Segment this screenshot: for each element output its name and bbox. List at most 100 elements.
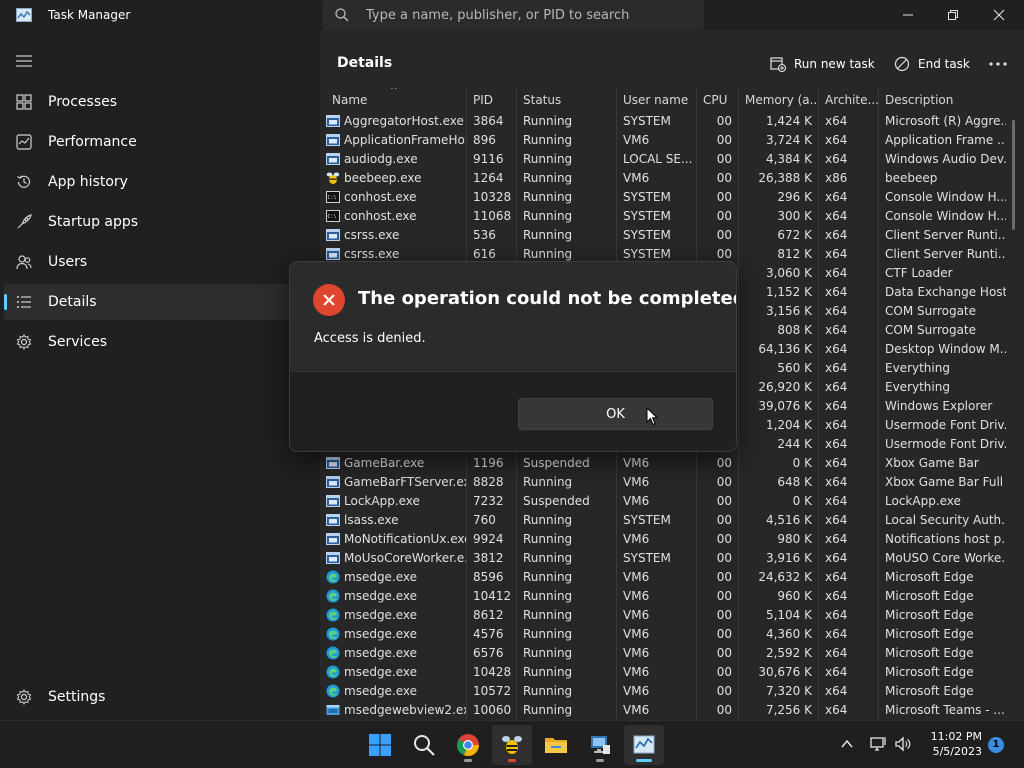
cell-cpu: 00 bbox=[696, 112, 738, 131]
end-task-icon bbox=[894, 56, 910, 72]
cell-pid: 4576 bbox=[466, 625, 516, 644]
column-header-cpu[interactable]: CPU bbox=[696, 88, 738, 112]
taskbar-task-manager[interactable] bbox=[624, 725, 664, 765]
sidebar-item-label: Users bbox=[48, 254, 88, 270]
sidebar-item-startup-apps[interactable]: Startup apps bbox=[4, 204, 316, 240]
sidebar-item-services[interactable]: Services bbox=[4, 324, 316, 360]
cell-architecture: x64 bbox=[818, 663, 878, 682]
beebeep-icon bbox=[502, 736, 522, 754]
sidebar-item-details[interactable]: Details bbox=[4, 284, 316, 320]
table-row[interactable]: MoUsoCoreWorker.e... 3812 Running SYSTEM 00 3… bbox=[320, 549, 1006, 568]
sidebar-item-label: App history bbox=[48, 174, 128, 190]
cell-cpu: 00 bbox=[696, 644, 738, 663]
column-header-description[interactable]: Description bbox=[878, 88, 1006, 112]
cell-name: ApplicationFrameHo... bbox=[320, 131, 466, 150]
table-row[interactable]: msedge.exe 10428 Running VM6 00 30,676 Kx64 Mi… bbox=[320, 663, 1006, 682]
table-row[interactable]: audiodg.exe 9116 Running LOCAL SE... 00 4,384… bbox=[320, 150, 1006, 169]
cell-description: Client Server Runti... bbox=[878, 245, 1006, 264]
network-icon[interactable] bbox=[869, 735, 887, 753]
table-row[interactable]: beebeep.exe 1264 Running VM6 00 26,388 Kx86 be… bbox=[320, 169, 1006, 188]
cell-status: Running bbox=[516, 549, 616, 568]
cell-name: msedge.exe bbox=[320, 568, 466, 587]
sidebar-item-app-history[interactable]: App history bbox=[4, 164, 316, 200]
remote-desktop-icon bbox=[591, 736, 610, 754]
table-row[interactable]: LockApp.exe 7232 Suspended VM6 00 0 Kx64 LockA… bbox=[320, 492, 1006, 511]
taskbar-chrome[interactable] bbox=[448, 725, 488, 765]
cell-architecture: x64 bbox=[818, 701, 878, 720]
cell-memory: 26,388 K bbox=[738, 169, 818, 188]
table-row[interactable]: GameBarFTServer.exe 8828 Running VM6 00 648 K… bbox=[320, 473, 1006, 492]
search-input[interactable] bbox=[366, 5, 696, 25]
sidebar-item-label: Settings bbox=[48, 689, 106, 705]
table-row[interactable]: AggregatorHost.exe 3864 Running SYSTEM 00 1,4… bbox=[320, 112, 1006, 131]
table-row[interactable]: GameBar.exe 1196 Suspended VM6 00 0 Kx64 Xbox … bbox=[320, 454, 1006, 473]
column-header-memory[interactable]: Memory (a... bbox=[738, 88, 818, 112]
table-row[interactable]: msedge.exe 4576 Running VM6 00 4,360 Kx64 Micr… bbox=[320, 625, 1006, 644]
cell-name: lsass.exe bbox=[320, 511, 466, 530]
restore-button[interactable] bbox=[930, 0, 976, 30]
cell-description: Local Security Auth... bbox=[878, 511, 1006, 530]
cell-architecture: x64 bbox=[818, 131, 878, 150]
cell-cpu: 00 bbox=[696, 587, 738, 606]
sidebar-item-processes[interactable]: Processes bbox=[4, 84, 316, 120]
table-row[interactable]: C:\ conhost.exe 10328 Running SYSTEM 00 296 Kx… bbox=[320, 188, 1006, 207]
cell-architecture: x64 bbox=[818, 378, 878, 397]
table-row[interactable]: msedge.exe 10572 Running VM6 00 7,320 Kx64 Mic… bbox=[320, 682, 1006, 701]
cell-name: beebeep.exe bbox=[320, 169, 466, 188]
sidebar-item-users[interactable]: Users bbox=[4, 244, 316, 280]
table-row[interactable]: csrss.exe 536 Running SYSTEM 00 672 Kx64 Clien… bbox=[320, 226, 1006, 245]
column-header-user-name[interactable]: User name bbox=[616, 88, 696, 112]
taskbar-file-explorer[interactable] bbox=[536, 725, 576, 765]
cell-pid: 10412 bbox=[466, 587, 516, 606]
cell-user-name: VM6 bbox=[616, 644, 696, 663]
hamburger-menu-icon[interactable] bbox=[16, 54, 32, 68]
table-row[interactable]: msedge.exe 6576 Running VM6 00 2,592 Kx64 Micr… bbox=[320, 644, 1006, 663]
sidebar-item-settings[interactable]: Settings bbox=[4, 679, 316, 715]
table-row[interactable]: MoNotificationUx.exe 9924 Running VM6 00 980 … bbox=[320, 530, 1006, 549]
column-header-pid[interactable]: PID bbox=[466, 88, 516, 112]
cell-cpu: 00 bbox=[696, 492, 738, 511]
taskbar-beebeep[interactable] bbox=[492, 725, 532, 765]
table-row[interactable]: msedge.exe 8612 Running VM6 00 5,104 Kx64 Micr… bbox=[320, 606, 1006, 625]
ok-button[interactable]: OK bbox=[518, 398, 713, 430]
cell-user-name: VM6 bbox=[616, 454, 696, 473]
cell-memory: 1,424 K bbox=[738, 112, 818, 131]
cell-memory: 672 K bbox=[738, 226, 818, 245]
taskbar: 11:02 PM 5/5/2023 1 bbox=[0, 720, 1024, 768]
table-row[interactable]: lsass.exe 760 Running SYSTEM 00 4,516 Kx64 Loc… bbox=[320, 511, 1006, 530]
search-box[interactable] bbox=[322, 0, 704, 30]
sidebar-item-performance[interactable]: Performance bbox=[4, 124, 316, 160]
taskbar-remote-desktop[interactable] bbox=[580, 725, 620, 765]
table-row[interactable]: msedgewebview2.exe 10060 Running VM6 00 7,256… bbox=[320, 701, 1006, 720]
edge-icon bbox=[326, 570, 340, 584]
cell-description: Xbox Game Bar bbox=[878, 454, 1006, 473]
run-new-task-button[interactable]: Run new task bbox=[770, 48, 875, 80]
minimize-button[interactable] bbox=[885, 0, 931, 30]
table-row[interactable]: msedge.exe 10412 Running VM6 00 960 Kx64 Micro… bbox=[320, 587, 1006, 606]
cell-name: MoUsoCoreWorker.e... bbox=[320, 549, 466, 568]
taskbar-search-button[interactable] bbox=[404, 725, 444, 765]
cell-description: Microsoft Edge bbox=[878, 682, 1006, 701]
more-options-icon[interactable] bbox=[984, 52, 1012, 76]
table-row[interactable]: ApplicationFrameHo... 896 Running VM6 00 3,72… bbox=[320, 131, 1006, 150]
volume-icon[interactable] bbox=[894, 735, 912, 753]
close-button[interactable] bbox=[976, 0, 1022, 30]
cell-architecture: x64 bbox=[818, 454, 878, 473]
column-header-name[interactable]: ^ Name bbox=[320, 88, 466, 112]
table-row[interactable]: msedge.exe 8596 Running VM6 00 24,632 Kx64 Mic… bbox=[320, 568, 1006, 587]
table-row[interactable]: C:\ conhost.exe 11068 Running SYSTEM 00 300 Kx… bbox=[320, 207, 1006, 226]
cell-status: Running bbox=[516, 663, 616, 682]
chevron-up-icon[interactable] bbox=[838, 735, 856, 753]
edge-icon bbox=[326, 627, 340, 641]
end-task-button[interactable]: End task bbox=[894, 48, 970, 80]
column-header-architecture[interactable]: Archite... bbox=[818, 88, 878, 112]
history-icon bbox=[17, 175, 31, 188]
notification-badge[interactable]: 1 bbox=[988, 737, 1004, 753]
vertical-scrollbar[interactable] bbox=[1012, 120, 1015, 230]
start-button[interactable] bbox=[360, 725, 400, 765]
cell-user-name: LOCAL SE... bbox=[616, 150, 696, 169]
column-header-status[interactable]: Status bbox=[516, 88, 616, 112]
clock[interactable]: 11:02 PM 5/5/2023 bbox=[922, 729, 982, 759]
running-indicator bbox=[464, 759, 472, 762]
settings-gear-icon bbox=[16, 689, 32, 705]
